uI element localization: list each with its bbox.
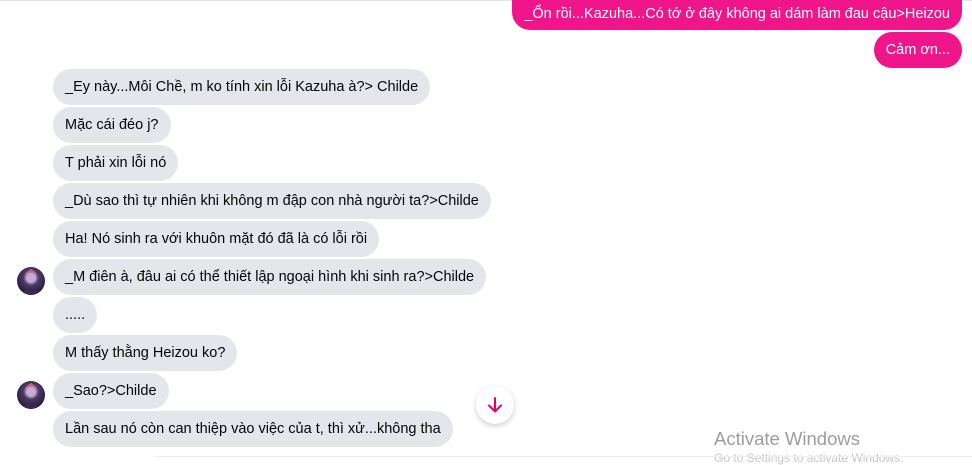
outgoing-message[interactable]: _Ổn rồi...Kazuha...Có tớ ở đây không ai … bbox=[512, 0, 962, 30]
incoming-message[interactable]: Lần sau nó còn can thiệp vào việc của t,… bbox=[53, 411, 453, 447]
divider bbox=[155, 456, 972, 457]
incoming-message[interactable]: ..... bbox=[53, 297, 98, 333]
incoming-message[interactable]: Ha! Nó sinh ra với khuôn mặt đó đã là có… bbox=[53, 221, 380, 257]
arrow-down-icon bbox=[488, 397, 502, 413]
avatar[interactable] bbox=[17, 267, 45, 295]
incoming-message[interactable]: M thấy thằng Heizou ko? bbox=[53, 335, 238, 371]
avatar-image bbox=[22, 383, 40, 409]
incoming-message[interactable]: _Sao?>Childe bbox=[53, 373, 169, 409]
incoming-message[interactable]: T phải xin lỗi nó bbox=[53, 145, 179, 181]
outgoing-message[interactable]: Cảm ơn... bbox=[873, 32, 962, 68]
incoming-message[interactable]: _Dù sao thì tự nhiên khi không m đập con… bbox=[53, 183, 491, 219]
incoming-message[interactable]: _Ey này...Môi Chề, m ko tính xin lỗi Kaz… bbox=[53, 69, 431, 105]
incoming-message[interactable]: _M điên à, đâu ai có thể thiết lập ngoại… bbox=[53, 259, 487, 295]
activate-windows-subtitle: Go to Settings to activate Windows. bbox=[714, 451, 904, 465]
avatar[interactable] bbox=[17, 381, 45, 409]
activate-windows-title: Activate Windows bbox=[714, 428, 860, 449]
scroll-to-bottom-button[interactable] bbox=[476, 386, 514, 424]
avatar-image bbox=[22, 269, 40, 295]
incoming-message[interactable]: Mặc cái đéo j? bbox=[53, 107, 171, 143]
